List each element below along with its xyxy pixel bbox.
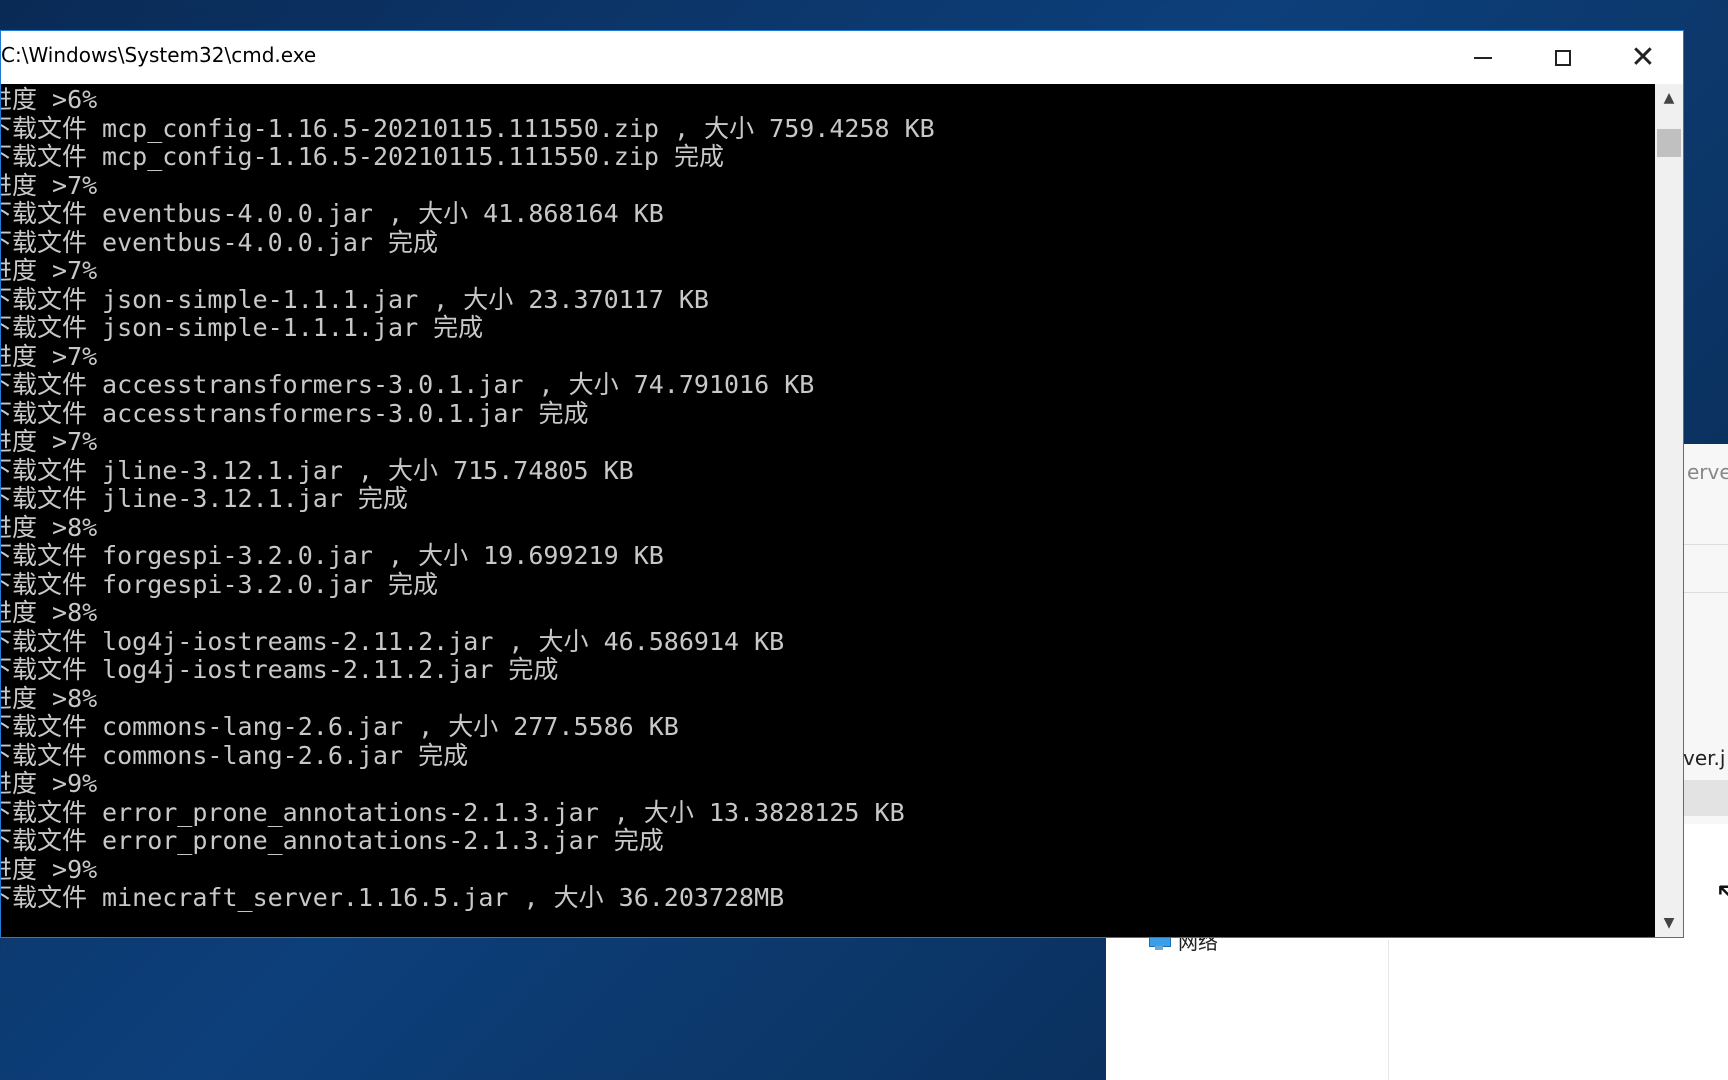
console-line: 下载文件 mcp_config-1.16.5-20210115.111550.z… bbox=[1, 113, 935, 143]
console-line: 进度 >7% bbox=[1, 256, 98, 285]
console-line: 下载文件 forgespi-3.2.0.jar 完成 bbox=[1, 569, 439, 599]
console-line: 进度 >7% bbox=[1, 170, 98, 200]
console-line: 进度 >7% bbox=[1, 427, 98, 456]
console-line: 下载文件 accesstransformers-3.0.1.jar , 大小 7… bbox=[1, 370, 815, 399]
console-line: 进度 >9% bbox=[1, 854, 98, 884]
console-line: 下载文件 mcp_config-1.16.5-20210115.111550.z… bbox=[1, 142, 725, 171]
maximize-button[interactable] bbox=[1523, 31, 1603, 84]
file-name-fragment[interactable]: ver.j bbox=[1683, 746, 1725, 770]
mouse-cursor-icon: ↖ bbox=[1715, 876, 1728, 911]
console-line: 下载文件 accesstransformers-3.0.1.jar 完成 bbox=[1, 398, 589, 428]
console-line: 进度 >8% bbox=[1, 512, 98, 542]
console-line: 下载文件 error_prone_annotations-2.1.3.jar 完… bbox=[1, 826, 664, 855]
console-line: 下载文件 log4j-iostreams-2.11.2.jar 完成 bbox=[1, 655, 559, 684]
scroll-down-button[interactable]: ▼ bbox=[1655, 909, 1683, 937]
window-title: C:\Windows\System32\cmd.exe bbox=[1, 43, 317, 67]
console-line: 下载文件 commons-lang-2.6.jar , 大小 277.5586 … bbox=[1, 712, 679, 741]
console-line: 进度 >7% bbox=[1, 341, 98, 371]
console-line: 进度 >8% bbox=[1, 598, 98, 627]
console-line: 下载文件 eventbus-4.0.0.jar 完成 bbox=[1, 227, 439, 257]
scrollbar-thumb[interactable] bbox=[1657, 129, 1681, 158]
console-line: 下载文件 error_prone_annotations-2.1.3.jar ,… bbox=[1, 797, 905, 827]
scroll-up-button[interactable]: ▲ bbox=[1655, 84, 1683, 112]
console-line: 下载文件 forgespi-3.2.0.jar , 大小 19.699219 K… bbox=[1, 541, 664, 570]
minimize-button[interactable] bbox=[1443, 31, 1523, 84]
chevron-up-icon: ▲ bbox=[1663, 90, 1675, 106]
selected-row[interactable] bbox=[1683, 780, 1728, 816]
file-name-fragment[interactable]: erve bbox=[1687, 460, 1728, 484]
console-line: 下载文件 commons-lang-2.6.jar 完成 bbox=[1, 740, 469, 770]
console-line: 下载文件 log4j-iostreams-2.11.2.jar , 大小 46.… bbox=[1, 626, 785, 656]
console-line: 下载文件 minecraft_server.1.16.5.jar , 大小 36… bbox=[1, 883, 785, 912]
row-divider bbox=[1683, 592, 1728, 593]
console-line: 下载文件 json-simple-1.1.1.jar 完成 bbox=[1, 313, 484, 342]
minimize-icon bbox=[1474, 56, 1492, 59]
console-line: 进度 >8% bbox=[1, 683, 98, 713]
vertical-scrollbar[interactable]: ▲ ▼ bbox=[1655, 84, 1683, 937]
chevron-down-icon: ▼ bbox=[1663, 915, 1675, 931]
close-button[interactable]: ✕ bbox=[1603, 31, 1683, 84]
console-line: 下载文件 jline-3.12.1.jar , 大小 715.74805 KB bbox=[1, 455, 634, 485]
explorer-divider bbox=[1388, 940, 1389, 1080]
console-line: 进度 >6% bbox=[1, 85, 98, 114]
cmd-window: C:\Windows\System32\cmd.exe ✕ 进度 >6%下载文件… bbox=[0, 30, 1684, 938]
console-lines: 进度 >6%下载文件 mcp_config-1.16.5-20210115.11… bbox=[1, 85, 935, 913]
console-line: 下载文件 eventbus-4.0.0.jar , 大小 41.868164 K… bbox=[1, 199, 664, 228]
console-line: 进度 >9% bbox=[1, 769, 98, 798]
console-line: 下载文件 jline-3.12.1.jar 完成 bbox=[1, 484, 408, 513]
console-output[interactable]: 进度 >6%下载文件 mcp_config-1.16.5-20210115.11… bbox=[1, 84, 1655, 937]
title-bar[interactable]: C:\Windows\System32\cmd.exe ✕ bbox=[1, 31, 1683, 84]
maximize-icon bbox=[1555, 49, 1571, 66]
row-divider bbox=[1683, 544, 1728, 545]
explorer-file-list-fragment: erve ver.j bbox=[1682, 444, 1728, 824]
close-icon: ✕ bbox=[1630, 39, 1656, 75]
console-line: 下载文件 json-simple-1.1.1.jar , 大小 23.37011… bbox=[1, 284, 709, 314]
